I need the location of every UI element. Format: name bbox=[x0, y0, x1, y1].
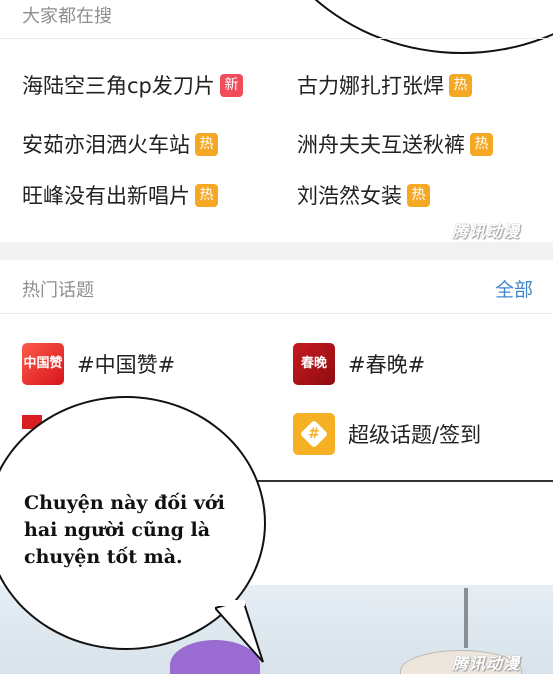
search-section-title: 大家都在搜 bbox=[22, 6, 112, 27]
divider bbox=[0, 313, 553, 314]
topic-label: #春晚# bbox=[348, 353, 426, 377]
hot-badge: 热 bbox=[407, 183, 430, 207]
hot-search-label: 洲舟夫夫互送秋裤 bbox=[297, 133, 465, 157]
topic-label: 超级话题/签到 bbox=[348, 423, 482, 447]
zhongguo-zan-icon: 中国赞 bbox=[22, 343, 64, 385]
hot-search-label: 旺峰没有出新唱片 bbox=[22, 184, 190, 208]
hot-search-label: 安茹亦泪洒火车站 bbox=[22, 133, 190, 157]
hot-badge: 热 bbox=[195, 183, 218, 207]
topic-item[interactable]: 春晚 #春晚# bbox=[293, 343, 425, 385]
topic-label: #中国赞# bbox=[77, 353, 176, 377]
hot-search-item[interactable]: 安茹亦泪洒火车站 热 bbox=[22, 129, 218, 159]
watermark: 腾讯动漫 bbox=[452, 222, 521, 241]
hot-search-item[interactable]: 洲舟夫夫互送秋裤 热 bbox=[297, 129, 493, 159]
topics-section-title: 热门话题 bbox=[22, 280, 94, 301]
pole bbox=[464, 588, 468, 648]
hot-search-item[interactable]: 古力娜扎打张焊 热 bbox=[297, 70, 472, 100]
hot-badge: 热 bbox=[470, 132, 493, 156]
speech-bubble-tail bbox=[215, 600, 264, 663]
section-separator bbox=[0, 242, 553, 260]
divider bbox=[0, 38, 553, 39]
hot-search-item[interactable]: 海陆空三角cp发刀片 新 bbox=[22, 70, 243, 100]
topic-item[interactable]: # 超级话题/签到 bbox=[293, 413, 481, 455]
speech-bubble-top-outline bbox=[250, 0, 553, 54]
super-topic-icon: # bbox=[293, 413, 335, 455]
hot-search-label: 古力娜扎打张焊 bbox=[297, 74, 444, 98]
view-all-link[interactable]: 全部 bbox=[495, 275, 533, 302]
speech-bubble-text: Chuyện này đối với hai người cũng là chu… bbox=[24, 492, 225, 568]
new-badge: 新 bbox=[219, 73, 243, 97]
hot-search-item[interactable]: 刘浩然女装 热 bbox=[297, 180, 430, 210]
topic-item[interactable]: 中国赞 #中国赞# bbox=[22, 343, 175, 385]
hot-search-label: 海陆空三角cp发刀片 bbox=[22, 74, 215, 98]
chunwan-icon: 春晚 bbox=[293, 343, 335, 385]
hot-search-label: 刘浩然女装 bbox=[297, 184, 402, 208]
hot-search-item[interactable]: 旺峰没有出新唱片 热 bbox=[22, 180, 218, 210]
watermark: 腾讯动漫 bbox=[452, 654, 521, 673]
hot-badge: 热 bbox=[195, 132, 218, 156]
hot-badge: 热 bbox=[449, 73, 472, 97]
comic-page: 大家都在搜 海陆空三角cp发刀片 新 古力娜扎打张焊 热 安茹亦泪洒火车站 热 … bbox=[0, 0, 553, 674]
